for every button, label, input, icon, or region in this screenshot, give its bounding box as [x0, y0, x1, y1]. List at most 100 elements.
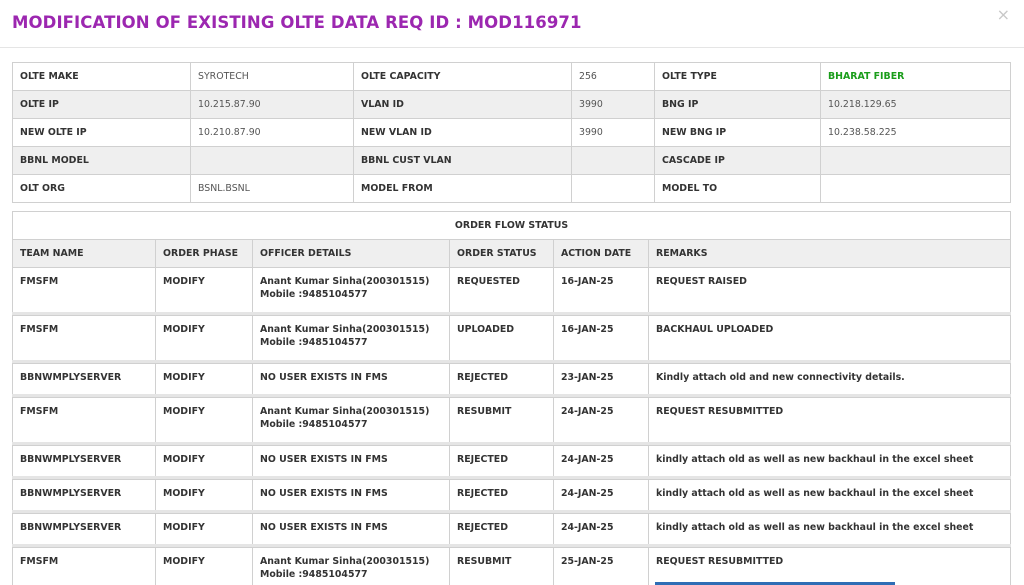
info-value: 10.210.87.90	[190, 118, 354, 147]
info-value: 10.218.129.65	[820, 90, 1011, 119]
table-row: BBNWMPLYSERVER MODIFY NO USER EXISTS IN FM…	[12, 445, 1012, 478]
cell-team: BBNWMPLYSERVER	[12, 513, 156, 546]
officer-text: NO USER EXISTS IN FMS	[260, 454, 388, 465]
officer-text: Anant Kumar Sinha(200301515)	[260, 556, 430, 567]
info-value: 256	[571, 62, 655, 91]
info-label: MODEL TO	[654, 174, 821, 203]
header-divider	[0, 47, 1024, 48]
column-header: TEAM NAME	[12, 239, 156, 268]
remarks-text: kindly attach old as well as new backhau…	[656, 454, 974, 465]
cell-remarks: kindly attach old as well as new backhau…	[647, 513, 1012, 546]
officer-text: Anant Kumar Sinha(200301515)	[260, 276, 430, 287]
officer-text: Anant Kumar Sinha(200301515)	[260, 406, 430, 417]
remarks-text: REQUEST RAISED	[656, 276, 747, 287]
table-row: FMSFM MODIFY Anant Kumar Sinha(200301515) M…	[12, 267, 1012, 314]
cell-date: 24-JAN-25	[553, 397, 649, 444]
info-label: OLTE TYPE	[654, 62, 821, 91]
cell-status: UPLOADED	[449, 315, 554, 362]
remarks-text: kindly attach old as well as new backhau…	[656, 522, 974, 533]
remarks-text: Kindly attach old and new connectivity d…	[656, 372, 905, 383]
cell-remarks: REQUEST RAISED	[647, 267, 1012, 314]
cell-team: FMSFM	[12, 315, 156, 362]
modal-dialog: MODIFICATION OF EXISTING OLTE DATA REQ I…	[0, 0, 1024, 585]
date-text: 24-JAN-25	[561, 454, 614, 465]
column-header: OFFICER DETAILS	[252, 239, 450, 268]
info-row: OLTE MAKE SYROTECH OLTE CAPACITY 256 OLTE TY…	[12, 62, 1011, 91]
officer-text: Anant Kumar Sinha(200301515)	[260, 324, 430, 335]
team-text: FMSFM	[20, 406, 59, 417]
close-icon[interactable]: ×	[997, 6, 1010, 24]
info-label: NEW OLTE IP	[12, 118, 191, 147]
team-text: BBNWMPLYSERVER	[20, 488, 122, 499]
cell-officer: NO USER EXISTS IN FMS	[252, 479, 450, 512]
cell-officer: Anant Kumar Sinha(200301515) Mobile :9485…	[252, 315, 450, 362]
cell-date: 16-JAN-25	[553, 267, 649, 314]
info-row: BBNL MODEL BBNL CUST VLAN CASCADE IP	[12, 146, 1011, 175]
cell-status: REJECTED	[449, 363, 554, 396]
cell-team: FMSFM	[12, 267, 156, 314]
info-value: 10.238.58.225	[820, 118, 1011, 147]
remarks-text: REQUEST RESUBMITTED	[656, 556, 784, 567]
cell-phase: MODIFY	[155, 513, 253, 546]
cell-officer: NO USER EXISTS IN FMS	[252, 513, 450, 546]
cell-date: 16-JAN-25	[553, 315, 649, 362]
cell-officer: NO USER EXISTS IN FMS	[252, 363, 450, 396]
order-flow-caption: ORDER FLOW STATUS	[11, 211, 1012, 240]
cell-remarks: BACKHAUL UPLOADED	[647, 315, 1012, 362]
phase-text: MODIFY	[163, 488, 205, 499]
table-row: BBNWMPLYSERVER MODIFY NO USER EXISTS IN FM…	[12, 363, 1012, 396]
phase-text: MODIFY	[163, 556, 205, 567]
status-text: REQUESTED	[457, 276, 520, 287]
phase-text: MODIFY	[163, 406, 205, 417]
officer-text: NO USER EXISTS IN FMS	[260, 522, 388, 533]
officer-mobile: Mobile :9485104577	[260, 419, 368, 430]
table-row: FMSFM MODIFY Anant Kumar Sinha(200301515) M…	[12, 397, 1012, 444]
remarks-text: kindly attach old as well as new backhau…	[656, 488, 974, 499]
info-label: VLAN ID	[353, 90, 572, 119]
info-value	[820, 174, 1011, 203]
phase-text: MODIFY	[163, 276, 205, 287]
info-row: OLT ORG BSNL.BSNL MODEL FROM MODEL TO	[12, 174, 1011, 203]
table-row: BBNWMPLYSERVER MODIFY NO USER EXISTS IN FM…	[12, 513, 1012, 546]
info-value: 10.215.87.90	[190, 90, 354, 119]
cell-team: FMSFM	[12, 397, 156, 444]
phase-text: MODIFY	[163, 324, 205, 335]
date-text: 16-JAN-25	[561, 324, 614, 335]
cell-officer: Anant Kumar Sinha(200301515) Mobile :9485…	[252, 267, 450, 314]
column-header: ORDER STATUS	[449, 239, 554, 268]
info-label: OLT ORG	[12, 174, 191, 203]
status-text: REJECTED	[457, 488, 508, 499]
info-label: MODEL FROM	[353, 174, 572, 203]
cell-remarks: kindly attach old as well as new backhau…	[647, 445, 1012, 478]
status-text: REJECTED	[457, 454, 508, 465]
info-value: SYROTECH	[190, 62, 354, 91]
cell-team: BBNWMPLYSERVER	[12, 445, 156, 478]
cell-remarks: REQUEST RESUBMITTED	[647, 397, 1012, 444]
cell-remarks: kindly attach old as well as new backhau…	[647, 479, 1012, 512]
cell-date: 24-JAN-25	[553, 445, 649, 478]
date-text: 24-JAN-25	[561, 406, 614, 417]
info-label: BNG IP	[654, 90, 821, 119]
status-text: REJECTED	[457, 372, 508, 383]
order-flow-table: ORDER FLOW STATUS TEAM NAME ORDER PHASE OF…	[11, 211, 1012, 585]
team-text: FMSFM	[20, 324, 59, 335]
cell-date: 24-JAN-25	[553, 479, 649, 512]
status-text: RESUBMIT	[457, 406, 512, 417]
info-value: BSNL.BSNL	[190, 174, 354, 203]
info-label: OLTE MAKE	[12, 62, 191, 91]
cell-date: 23-JAN-25	[553, 363, 649, 396]
cell-officer: NO USER EXISTS IN FMS	[252, 445, 450, 478]
table-row: FMSFM MODIFY Anant Kumar Sinha(200301515) M…	[12, 547, 1012, 585]
info-value: 3990	[571, 90, 655, 119]
cell-remarks: REQUEST RESUBMITTED	[647, 547, 1012, 585]
status-text: RESUBMIT	[457, 556, 512, 567]
status-text: REJECTED	[457, 522, 508, 533]
officer-text: NO USER EXISTS IN FMS	[260, 372, 388, 383]
cell-status: REJECTED	[449, 513, 554, 546]
phase-text: MODIFY	[163, 454, 205, 465]
cell-status: REQUESTED	[449, 267, 554, 314]
column-header: REMARKS	[647, 239, 1012, 268]
info-label: BBNL MODEL	[12, 146, 191, 175]
date-text: 24-JAN-25	[561, 488, 614, 499]
info-label: NEW BNG IP	[654, 118, 821, 147]
